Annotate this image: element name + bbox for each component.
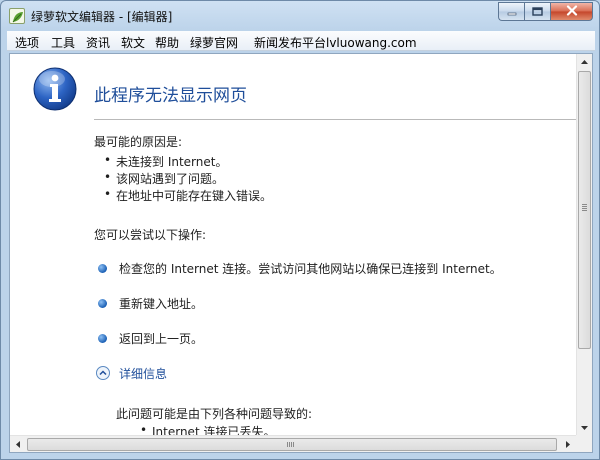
menu-tools[interactable]: 工具	[51, 34, 75, 51]
error-title: 此程序无法显示网页	[94, 86, 247, 106]
maximize-button[interactable]	[524, 2, 550, 21]
horizontal-scrollbar[interactable]	[10, 435, 576, 452]
maximize-icon	[532, 5, 543, 19]
bullet-dot-icon	[98, 264, 107, 273]
window-title: 绿萝软文编辑器 - [编辑器]	[31, 10, 173, 24]
close-icon	[566, 4, 578, 19]
details-label[interactable]: 详细信息	[119, 365, 167, 382]
menu-official-site[interactable]: 绿萝官网	[190, 34, 238, 51]
menu-news[interactable]: 资讯	[86, 34, 110, 51]
vertical-scroll-thumb[interactable]	[578, 71, 591, 349]
scroll-down-arrow-icon[interactable]	[577, 420, 592, 436]
scroll-right-arrow-icon[interactable]	[560, 436, 576, 452]
causes-heading: 最可能的原因是:	[94, 135, 183, 149]
scroll-left-arrow-icon[interactable]	[10, 436, 26, 452]
minimize-icon	[507, 5, 517, 19]
scroll-up-arrow-icon[interactable]	[577, 54, 592, 70]
cause-item: 未连接到 Internet。	[104, 153, 228, 170]
menu-help[interactable]: 帮助	[155, 34, 179, 51]
scrollbar-corner	[576, 435, 592, 452]
menu-options[interactable]: 选项	[15, 34, 39, 51]
cause-item: 在地址中可能存在键入错误。	[104, 187, 272, 204]
menu-news-platform[interactable]: 新闻发布平台lvluowang.com	[254, 34, 417, 51]
horizontal-scroll-thumb[interactable]	[27, 438, 557, 451]
minimize-button[interactable]	[498, 2, 524, 21]
browser-content: 此程序无法显示网页 最可能的原因是: 未连接到 Internet。 该网站遇到了…	[9, 53, 593, 453]
menu-articles[interactable]: 软文	[121, 34, 145, 51]
title-divider	[94, 119, 576, 120]
vertical-scrollbar[interactable]	[576, 54, 592, 436]
info-icon	[32, 66, 78, 115]
leaf-icon	[9, 8, 25, 24]
bullet-dot-icon	[98, 334, 107, 343]
details-text: 此问题可能是由下列各种问题导致的:	[116, 407, 313, 421]
bullet-dot-icon	[98, 299, 107, 308]
title-bar[interactable]: 绿萝软文编辑器 - [编辑器]	[1, 1, 599, 31]
window-controls	[498, 2, 593, 21]
cause-item: 该网站遇到了问题。	[104, 170, 224, 187]
actions-heading: 您可以尝试以下操作:	[94, 228, 207, 242]
menu-bar: 选项 工具 资讯 软文 帮助 绿萝官网 新闻发布平台lvluowang.com	[7, 31, 595, 51]
chevron-up-icon	[96, 366, 110, 380]
close-button[interactable]	[550, 2, 593, 21]
app-window: 绿萝软文编辑器 - [编辑器] 选项 工具 资讯 软文 帮助 绿萝官网 新闻发布…	[0, 0, 600, 460]
